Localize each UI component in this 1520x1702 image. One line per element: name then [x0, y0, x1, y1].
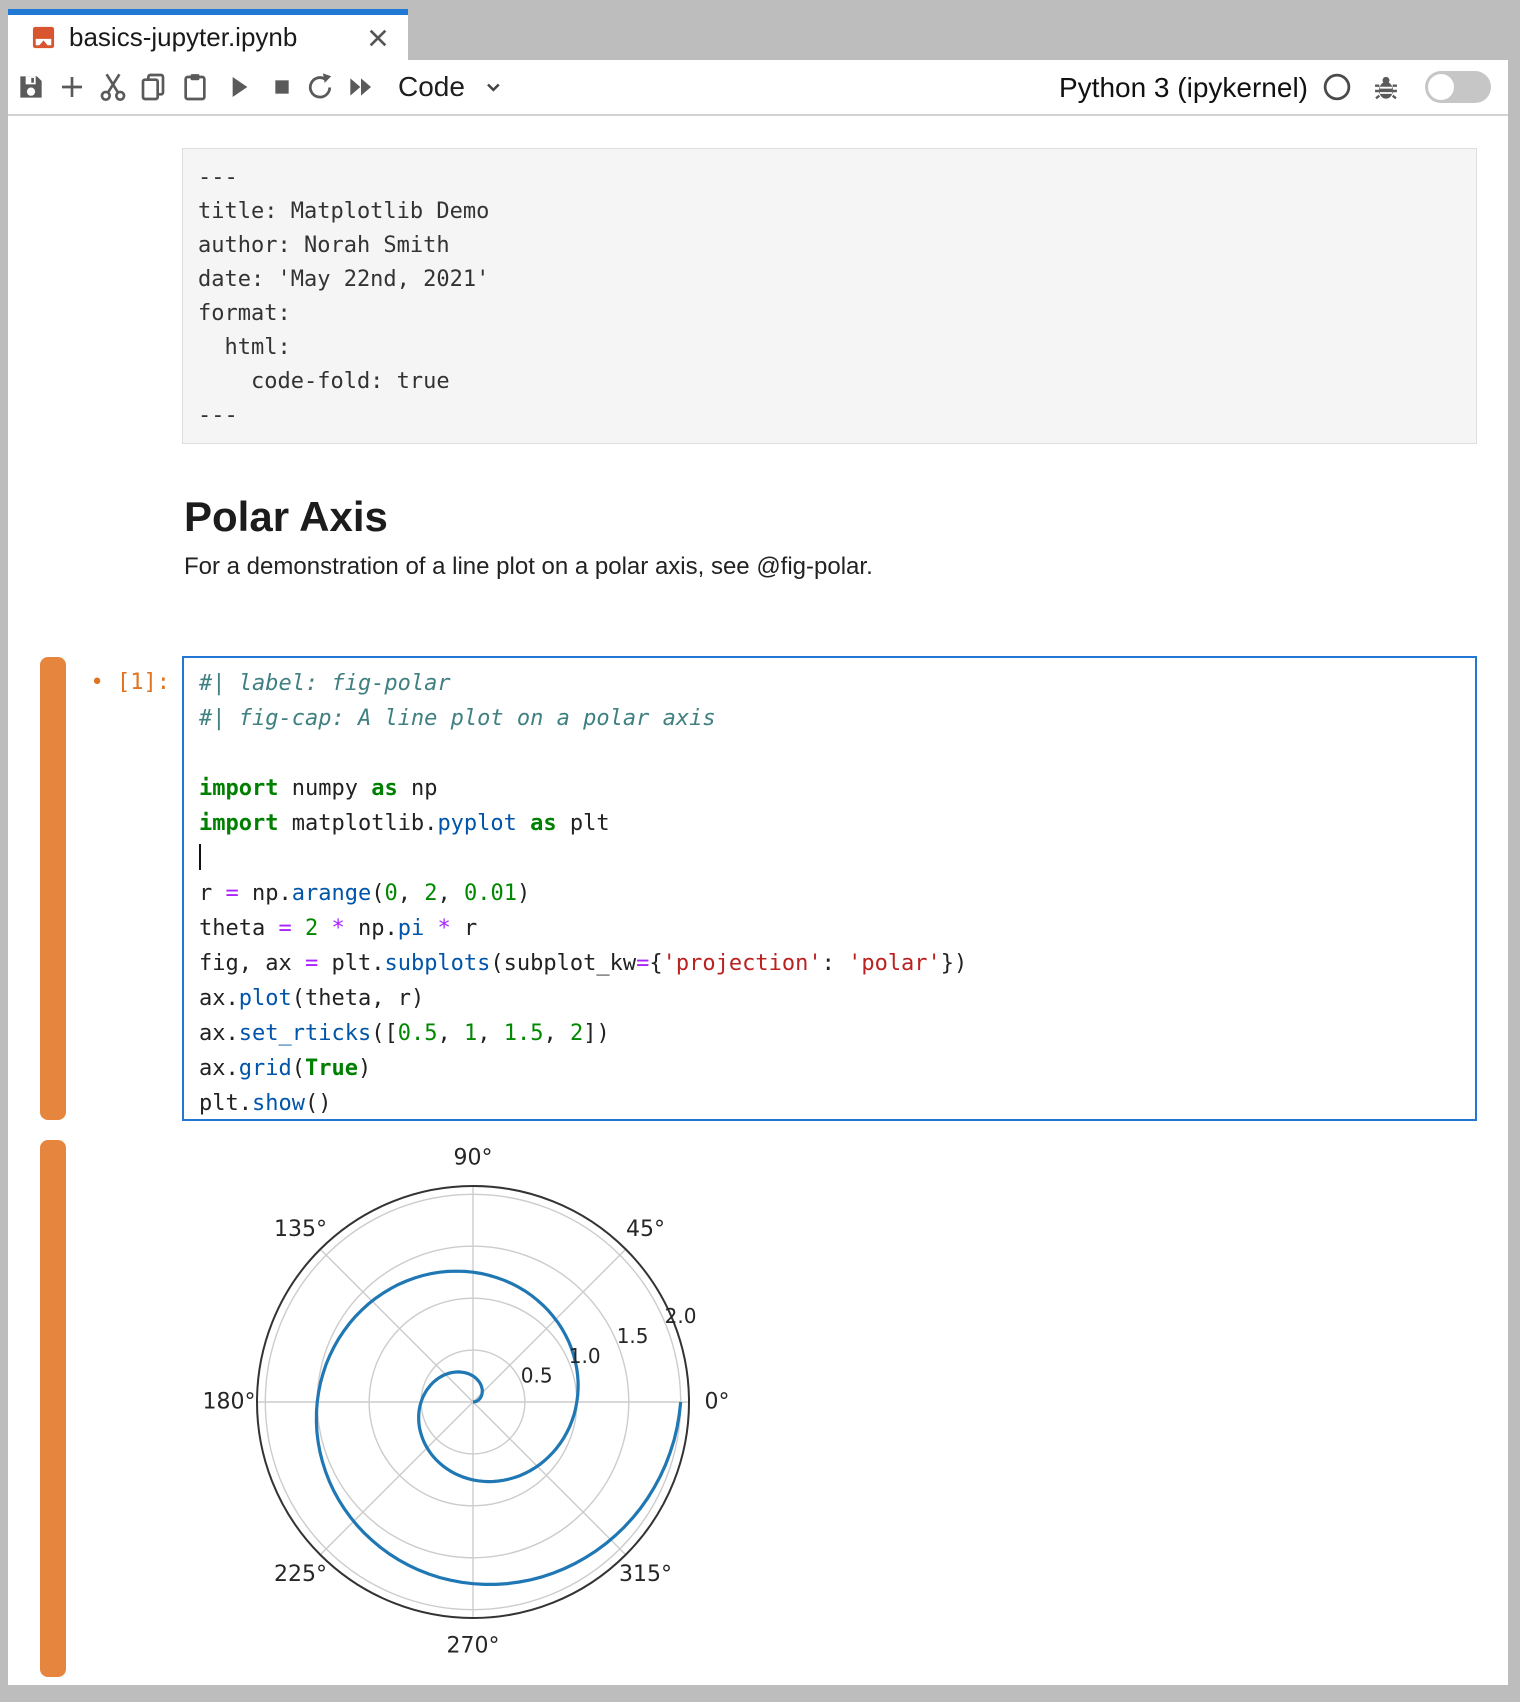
cut-icon — [97, 71, 129, 103]
interrupt-kernel-button[interactable] — [266, 71, 298, 103]
raw-cell-line: --- — [198, 399, 1476, 433]
run-all-icon — [345, 71, 377, 103]
cell-output-area: 0° 45° 90° 135° 180° 225° 270° 315° 0.5 1.0 1.5 2.0 — [203, 1143, 783, 1683]
svg-text:90°: 90° — [454, 1146, 493, 1171]
svg-text:180°: 180° — [203, 1390, 256, 1415]
stop-icon — [266, 71, 298, 103]
output-collapser[interactable] — [40, 1140, 66, 1677]
copy-cells-button[interactable] — [137, 71, 169, 103]
code-cell-editor[interactable]: #| label: fig-polar#| fig-cap: A line pl… — [182, 656, 1477, 1121]
simple-mode-toggle[interactable] — [1425, 71, 1491, 103]
raw-cell-line: date: 'May 22nd, 2021' — [198, 263, 1476, 297]
restart-kernel-icon — [304, 71, 336, 103]
kernel-status-icon[interactable] — [1322, 72, 1352, 102]
raw-cell-line: title: Matplotlib Demo — [198, 195, 1476, 229]
text-cursor — [199, 844, 201, 870]
toggle-knob — [1428, 74, 1454, 100]
svg-text:1.0: 1.0 — [569, 1344, 601, 1368]
svg-text:45°: 45° — [626, 1217, 665, 1242]
debugger-bug-icon[interactable] — [1370, 71, 1402, 103]
code-line: ax.set_rticks([0.5, 1, 1.5, 2]) — [199, 1016, 1475, 1051]
run-cell-button[interactable] — [222, 71, 254, 103]
markdown-paragraph: For a demonstration of a line plot on a … — [184, 550, 873, 584]
raw-frontmatter-cell[interactable]: ---title: Matplotlib Demoauthor: Norah S… — [182, 148, 1477, 444]
paste-cells-button[interactable] — [179, 71, 211, 103]
svg-text:315°: 315° — [619, 1562, 672, 1587]
cell-type-dropdown[interactable]: Code — [398, 71, 465, 103]
chevron-down-icon — [478, 72, 508, 102]
code-line — [199, 841, 1475, 876]
code-line: import numpy as np — [199, 771, 1475, 806]
markdown-heading: Polar Axis — [184, 490, 388, 544]
kernel-name[interactable]: Python 3 (ipykernel) — [1059, 72, 1308, 104]
code-line: theta = 2 * np.pi * r — [199, 911, 1475, 946]
svg-text:270°: 270° — [447, 1634, 500, 1659]
polar-r-labels: 0.5 1.0 1.5 2.0 — [521, 1304, 697, 1388]
code-line: ax.plot(theta, r) — [199, 981, 1475, 1016]
svg-text:1.5: 1.5 — [617, 1324, 649, 1348]
add-cell-button[interactable] — [56, 71, 88, 103]
code-line: r = np.arange(0, 2, 0.01) — [199, 876, 1475, 911]
code-line: ax.grid(True) — [199, 1051, 1475, 1086]
code-line — [199, 736, 1475, 771]
code-line: fig, ax = plt.subplots(subplot_kw={'proj… — [199, 946, 1475, 981]
add-icon — [56, 71, 88, 103]
svg-text:0°: 0° — [705, 1390, 730, 1415]
raw-cell-line: --- — [198, 161, 1476, 195]
notebook-toolbar: Code Python 3 (ipykernel) — [8, 60, 1508, 116]
restart-kernel-button[interactable] — [304, 71, 336, 103]
restart-run-all-button[interactable] — [345, 71, 377, 103]
code-line: plt.show() — [199, 1086, 1475, 1121]
tab-title: basics-jupyter.ipynb — [69, 22, 297, 53]
paste-icon — [179, 71, 211, 103]
copy-icon — [137, 71, 169, 103]
cut-cells-button[interactable] — [97, 71, 129, 103]
cell-type-value: Code — [398, 71, 465, 103]
raw-cell-line: author: Norah Smith — [198, 229, 1476, 263]
code-line: #| label: fig-polar — [199, 666, 1475, 701]
polar-plot: 0° 45° 90° 135° 180° 225° 270° 315° 0.5 1.0 1.5 2.0 — [203, 1143, 783, 1683]
code-line: import matplotlib.pyplot as plt — [199, 806, 1475, 841]
save-button[interactable] — [15, 71, 47, 103]
svg-text:225°: 225° — [274, 1562, 327, 1587]
svg-text:135°: 135° — [274, 1217, 327, 1242]
svg-text:0.5: 0.5 — [521, 1364, 553, 1388]
raw-cell-line: html: — [198, 331, 1476, 365]
jupyterlab-window: basics-jupyter.ipynb — [8, 9, 1508, 1685]
code-line: #| fig-cap: A line plot on a polar axis — [199, 701, 1475, 736]
tab-bar: basics-jupyter.ipynb — [8, 9, 1508, 60]
input-collapser[interactable] — [40, 657, 66, 1120]
raw-cell-line: format: — [198, 297, 1476, 331]
notebook-panel: ---title: Matplotlib Demoauthor: Norah S… — [8, 116, 1508, 1685]
run-icon — [222, 71, 254, 103]
save-icon — [15, 71, 47, 103]
notebook-file-icon — [30, 24, 57, 51]
tab-close-icon[interactable] — [362, 22, 394, 54]
raw-cell-line: code-fold: true — [198, 365, 1476, 399]
svg-text:2.0: 2.0 — [665, 1304, 697, 1328]
execution-count-prompt: • [1]: — [38, 668, 170, 698]
notebook-tab[interactable]: basics-jupyter.ipynb — [8, 9, 408, 60]
